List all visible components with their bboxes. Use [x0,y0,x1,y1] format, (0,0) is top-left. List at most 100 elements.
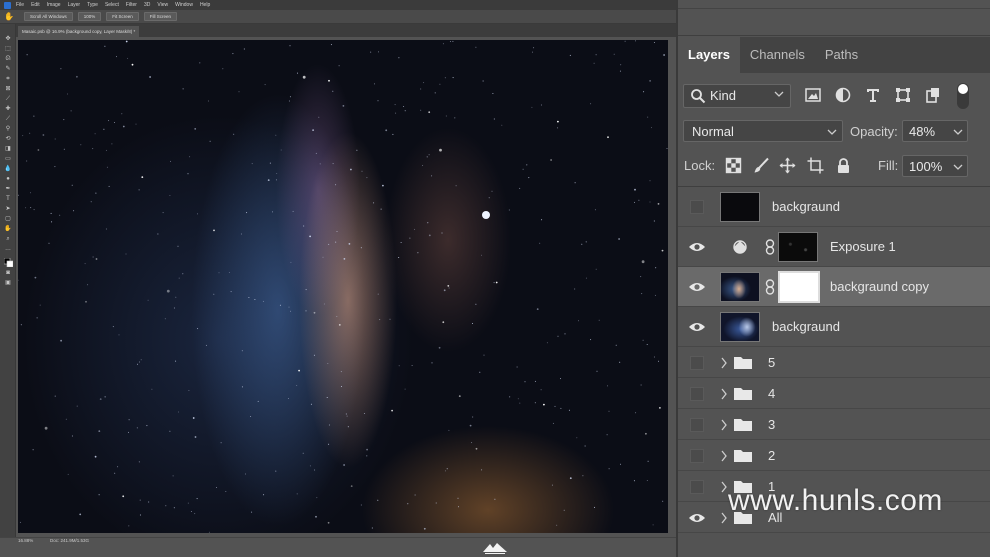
pen-tool-icon[interactable]: ✒ [4,186,12,193]
lock-transparent-pixels-icon[interactable] [725,157,742,174]
smart-object-filter-icon[interactable] [924,86,942,104]
menu-edit[interactable]: Edit [31,2,40,8]
lock-image-pixels-icon[interactable] [753,157,770,174]
scroll-all-windows-button[interactable]: Scroll All Windows [24,12,73,21]
fill-screen-button[interactable]: Fill Screen [143,12,178,21]
filter-kind-select[interactable]: Kind [683,84,791,108]
chevron-right-icon[interactable] [720,450,728,462]
menu-type[interactable]: Type [87,2,98,8]
link-icon[interactable] [765,239,775,255]
blur-tool-icon[interactable]: 💧 [4,166,12,173]
shape-layer-filter-icon[interactable] [894,86,912,104]
path-selection-tool-icon[interactable]: ➤ [4,206,12,213]
move-tool-icon[interactable]: ✥ [4,36,12,43]
visibility-toggle-off[interactable] [690,387,704,401]
menu-layer[interactable]: Layer [68,2,81,8]
layer-group-row[interactable]: 2 [678,440,990,471]
marquee-tool-icon[interactable]: ⬚ [4,46,12,53]
layer-group-row[interactable]: 5 [678,347,990,378]
star [471,442,473,444]
shape-tool-icon[interactable]: ▢ [4,216,12,223]
dodge-tool-icon[interactable]: ● [4,176,12,183]
tools-panel: ✥ ⬚ ᘏ ✎ ⌗ ⊠ ⟋ ✚ ⟋ ⚲ ⟲ ◨ ▭ 💧 ● ✒ T ➤ ▢ ✋ … [0,24,16,539]
crop-tool-icon[interactable]: ⌗ [4,76,12,83]
star [532,51,533,53]
visibility-toggle-off[interactable] [690,480,704,494]
chevron-right-icon[interactable] [720,481,728,493]
blend-mode-select[interactable]: Normal [683,120,843,142]
chevron-down-icon[interactable] [953,127,963,137]
history-brush-tool-icon[interactable]: ⟲ [4,136,12,143]
layer-row[interactable]: backgraund [678,187,990,227]
brush-tool-icon[interactable]: ⟋ [4,116,12,123]
visibility-toggle-off[interactable] [690,449,704,463]
visibility-toggle-off[interactable] [690,356,704,370]
layer-row[interactable]: Exposure 1 [678,227,990,267]
gradient-tool-icon[interactable]: ▭ [4,156,12,163]
type-layer-filter-icon[interactable] [864,86,882,104]
menu-view[interactable]: View [157,2,168,8]
eye-icon[interactable] [688,321,706,333]
eyedropper-tool-icon[interactable]: ⟋ [4,96,12,103]
type-tool-icon[interactable]: T [4,196,12,203]
layer-mask-thumbnail[interactable] [778,271,820,303]
menu-help[interactable]: Help [200,2,210,8]
adjustment-layer-filter-icon[interactable] [834,86,852,104]
more-tools-icon[interactable]: … [4,246,12,253]
healing-brush-tool-icon[interactable]: ✚ [4,106,12,113]
lock-position-icon[interactable] [779,157,796,174]
tab-paths[interactable]: Paths [815,37,868,73]
menu-3d[interactable]: 3D [144,2,150,8]
lasso-tool-icon[interactable]: ᘏ [4,56,12,63]
hand-tool-icon[interactable]: ✋ [4,12,14,22]
star [495,281,498,284]
layer-row[interactable]: backgraund [678,307,990,347]
frame-tool-icon[interactable]: ⊠ [4,86,12,93]
menu-filter[interactable]: Filter [126,2,137,8]
layer-group-row[interactable]: 3 [678,409,990,440]
panel-tabs: Layers Channels Paths [678,37,990,73]
eye-icon[interactable] [688,512,706,524]
chevron-right-icon[interactable] [720,512,728,524]
zoom-100-button[interactable]: 100% [77,12,102,21]
link-icon[interactable] [765,279,775,295]
fill-field[interactable]: 100% [902,155,968,177]
layer-row-selected[interactable]: backgraund copy [678,267,990,307]
hand-tool-icon[interactable]: ✋ [4,226,12,233]
quick-select-tool-icon[interactable]: ✎ [4,66,12,73]
eye-icon[interactable] [688,281,706,293]
chevron-right-icon[interactable] [720,419,728,431]
quick-mask-icon[interactable]: ◙ [4,270,12,277]
canvas-area[interactable] [16,37,676,537]
star [594,209,596,211]
screen-mode-icon[interactable]: ▣ [4,280,12,287]
layer-group-row[interactable]: 4 [678,378,990,409]
opacity-field[interactable]: 48% [902,120,968,142]
clone-stamp-tool-icon[interactable]: ⚲ [4,126,12,133]
chevron-right-icon[interactable] [720,357,728,369]
fit-screen-button[interactable]: Fit Screen [106,12,139,21]
zoom-tool-icon[interactable]: ⌕ [4,236,12,243]
chevron-right-icon[interactable] [720,388,728,400]
menu-file[interactable]: File [16,2,24,8]
tab-layers[interactable]: Layers [678,37,740,73]
eraser-tool-icon[interactable]: ◨ [4,146,12,153]
visibility-toggle-off[interactable] [690,418,704,432]
menu-select[interactable]: Select [105,2,119,8]
tab-channels[interactable]: Channels [740,37,815,73]
filter-toggle-switch[interactable] [957,83,969,109]
menu-window[interactable]: Window [175,2,193,8]
lock-all-icon[interactable] [835,157,852,174]
milky-way-image[interactable] [18,40,668,533]
pixel-layer-filter-icon[interactable] [804,86,822,104]
chevron-down-icon[interactable] [953,162,963,172]
eye-icon[interactable] [688,241,706,253]
zoom-level[interactable]: 16.88% [18,538,33,543]
lock-artboard-icon[interactable] [807,157,824,174]
color-swatches-icon[interactable] [3,257,14,268]
menu-image[interactable]: Image [47,2,61,8]
star [653,220,655,222]
visibility-toggle-off[interactable] [690,200,704,214]
document-tab[interactable]: Masaic.psb @ 16.9% (background copy, Lay… [18,26,140,37]
layer-mask-thumbnail[interactable] [778,232,818,262]
